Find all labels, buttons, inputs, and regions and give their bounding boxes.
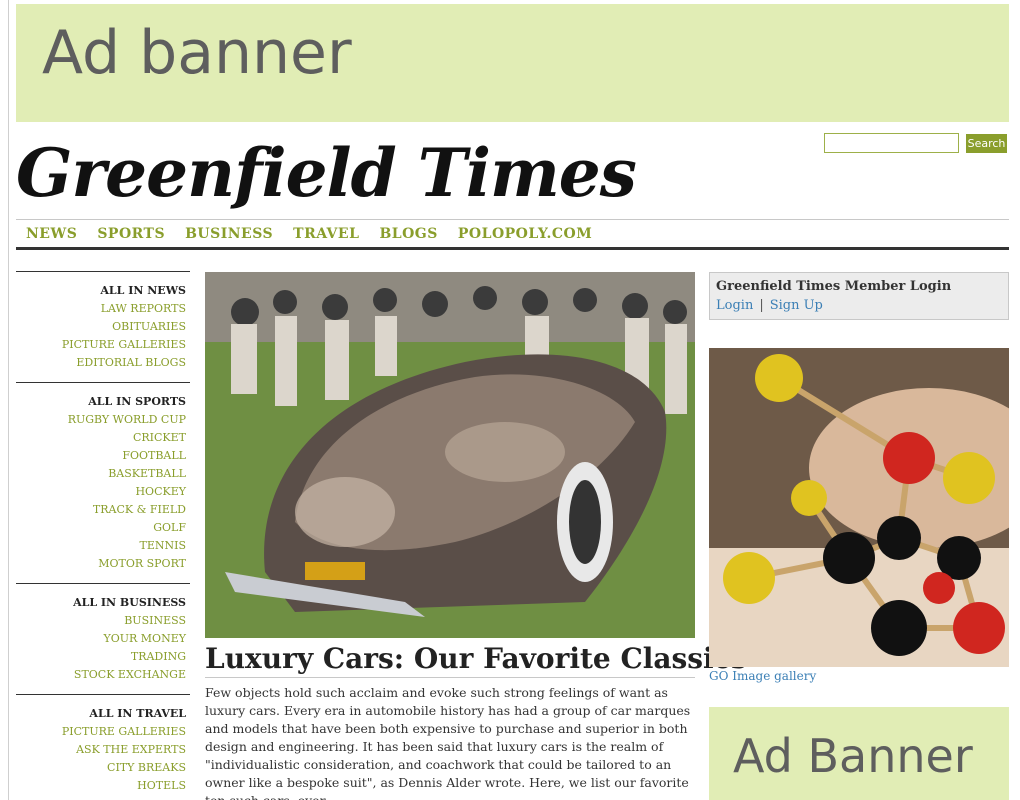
sidebar-link[interactable]: CRICKET [16, 429, 186, 447]
sidebar-link[interactable]: STOCK EXCHANGE [16, 666, 186, 684]
top-ad-banner[interactable]: Ad banner [16, 4, 1009, 122]
sidebar-link[interactable]: EDITORIAL BLOGS [16, 354, 186, 372]
sidebar-heading[interactable]: ALL IN SPORTS [16, 393, 186, 411]
sidebar-heading[interactable]: ALL IN BUSINESS [16, 594, 186, 612]
sidebar-heading[interactable]: ALL IN NEWS [16, 282, 186, 300]
login-separator: | [759, 298, 764, 313]
nav-item-blogs[interactable]: BLOGS [379, 226, 437, 248]
sidebar-link[interactable]: ASK THE EXPERTS [16, 741, 186, 759]
sidebar-link[interactable]: YOUR MONEY [16, 630, 186, 648]
hero-car-illustration [205, 272, 695, 638]
sidebar-section-travel: ALL IN TRAVEL PICTURE GALLERIES ASK THE … [16, 694, 190, 800]
sidebar-link[interactable]: PICTURE GALLERIES [16, 723, 186, 741]
nav-top-divider [16, 219, 1009, 220]
sidebar-link[interactable]: CITY BREAKS [16, 759, 186, 777]
right-ad-banner[interactable]: Ad Banner [709, 707, 1009, 800]
nav-bottom-divider [16, 247, 1009, 250]
molecule-illustration [709, 348, 1009, 667]
sidebar-link[interactable]: HOTELS [16, 777, 186, 795]
sidebar-link[interactable]: BASKETBALL [16, 465, 186, 483]
nav-item-polopoly[interactable]: POLOPOLY.COM [458, 226, 592, 248]
gallery-molecule-image[interactable] [709, 348, 1009, 667]
sidebar-link[interactable]: TENNIS [16, 537, 187, 555]
login-link[interactable]: Login [716, 298, 753, 313]
nav-item-sports[interactable]: SPORTS [97, 226, 165, 248]
sidebar: ALL IN NEWS LAW REPORTS OBITUARIES PICTU… [16, 271, 190, 800]
sidebar-link[interactable]: BUSINESS [16, 612, 186, 630]
article-headline[interactable]: Luxury Cars: Our Favorite Classics [205, 642, 747, 678]
sidebar-section-news: ALL IN NEWS LAW REPORTS OBITUARIES PICTU… [16, 271, 190, 382]
sidebar-link[interactable]: OBITUARIES [16, 318, 186, 336]
image-gallery-link[interactable]: GO Image gallery [709, 669, 816, 683]
hero-car-image[interactable] [205, 272, 695, 638]
nav-item-business[interactable]: BUSINESS [185, 226, 273, 248]
sidebar-link[interactable]: GOLF [16, 519, 186, 537]
page-frame-line [8, 0, 9, 800]
top-ad-label: Ad banner [42, 18, 352, 88]
nav-item-news[interactable]: NEWS [26, 226, 77, 248]
article-body: Few objects hold such acclaim and evoke … [205, 685, 691, 800]
sidebar-link[interactable]: PICTURE GALLERIES [16, 336, 186, 354]
sidebar-section-sports: ALL IN SPORTS RUGBY WORLD CUP CRICKET FO… [16, 382, 190, 583]
sidebar-link[interactable]: TRADING [16, 648, 186, 666]
login-links: Login | Sign Up [716, 297, 1002, 315]
sidebar-link[interactable]: HOCKEY [16, 483, 186, 501]
member-login-box: Greenfield Times Member Login Login | Sign… [709, 272, 1009, 320]
sidebar-link[interactable]: LAW REPORTS [16, 300, 186, 318]
sidebar-link[interactable]: FOOTBALL [16, 447, 186, 465]
sidebar-heading[interactable]: ALL IN TRAVEL [16, 705, 186, 723]
login-box-title: Greenfield Times Member Login [716, 279, 952, 294]
search-input[interactable] [824, 133, 959, 153]
signup-link[interactable]: Sign Up [770, 298, 823, 313]
search-button[interactable]: Search [966, 134, 1007, 153]
sidebar-link[interactable]: MOTOR SPORT [16, 555, 186, 573]
sidebar-link[interactable]: RUGBY WORLD CUP [16, 411, 186, 429]
main-nav: NEWS SPORTS BUSINESS TRAVEL BLOGS POLOPO… [16, 226, 1009, 248]
sidebar-link[interactable]: TRACK & FIELD [16, 501, 186, 519]
site-masthead-logo[interactable]: Greenfield Times [16, 134, 637, 212]
sidebar-section-business: ALL IN BUSINESS BUSINESS YOUR MONEY TRAD… [16, 583, 190, 694]
right-ad-label: Ad Banner [733, 729, 973, 783]
nav-item-travel[interactable]: TRAVEL [293, 226, 359, 248]
